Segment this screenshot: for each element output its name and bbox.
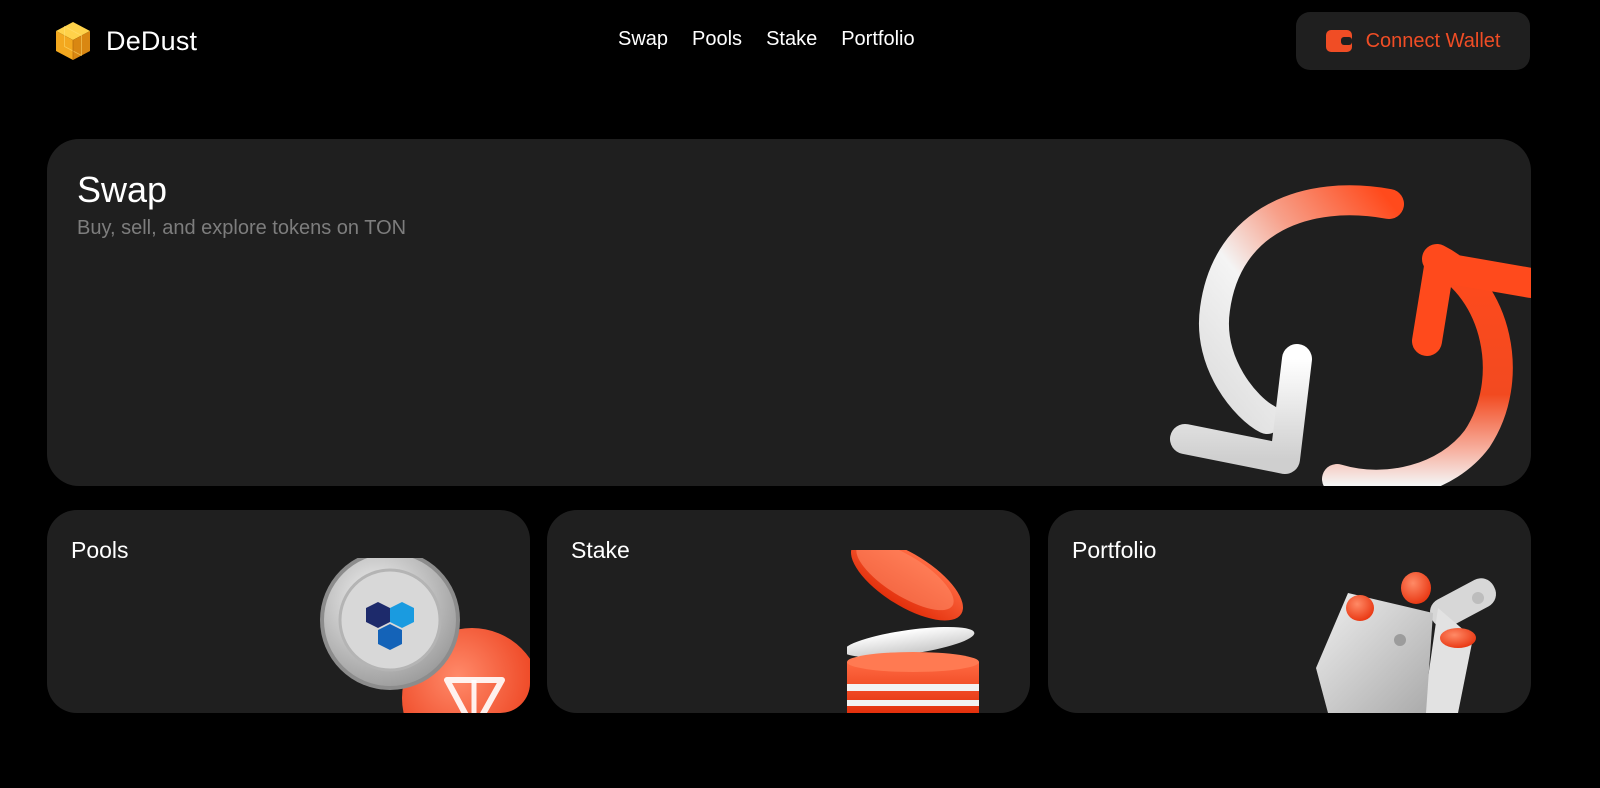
- cube-logo-icon: [54, 20, 92, 62]
- stake-card[interactable]: Stake: [547, 510, 1030, 713]
- portfolio-card[interactable]: Portfolio: [1048, 510, 1531, 713]
- nav-swap[interactable]: Swap: [618, 28, 668, 51]
- swap-card-subtitle: Buy, sell, and explore tokens on TON: [77, 217, 407, 239]
- pools-card[interactable]: Pools: [47, 510, 530, 713]
- page: DeDust Swap Pools Stake Portfolio Connec…: [0, 0, 1600, 788]
- top-header: DeDust Swap Pools Stake Portfolio Connec…: [0, 0, 1600, 82]
- connect-wallet-label: Connect Wallet: [1365, 29, 1501, 52]
- stake-card-title: Stake: [571, 537, 630, 563]
- nav-pools[interactable]: Pools: [692, 28, 742, 51]
- wallet-illustration-icon: [1316, 572, 1497, 713]
- brand-logo[interactable]: DeDust: [54, 20, 197, 62]
- swap-card[interactable]: Swap Buy, sell, and explore tokens on TO…: [47, 139, 1531, 486]
- swap-arrows-icon: [1170, 185, 1531, 486]
- coins-icon: [320, 558, 530, 713]
- swap-card-title: Swap: [77, 169, 168, 210]
- nav-stake[interactable]: Stake: [766, 28, 817, 51]
- main-nav: Swap Pools Stake Portfolio: [618, 28, 915, 51]
- connect-wallet-button[interactable]: Connect Wallet: [1296, 12, 1530, 70]
- wallet-icon: [1325, 30, 1352, 52]
- coin-stack-icon: [847, 550, 979, 713]
- brand-name: DeDust: [106, 25, 198, 56]
- portfolio-card-title: Portfolio: [1072, 537, 1157, 563]
- pools-card-title: Pools: [71, 537, 129, 563]
- nav-portfolio[interactable]: Portfolio: [841, 28, 914, 51]
